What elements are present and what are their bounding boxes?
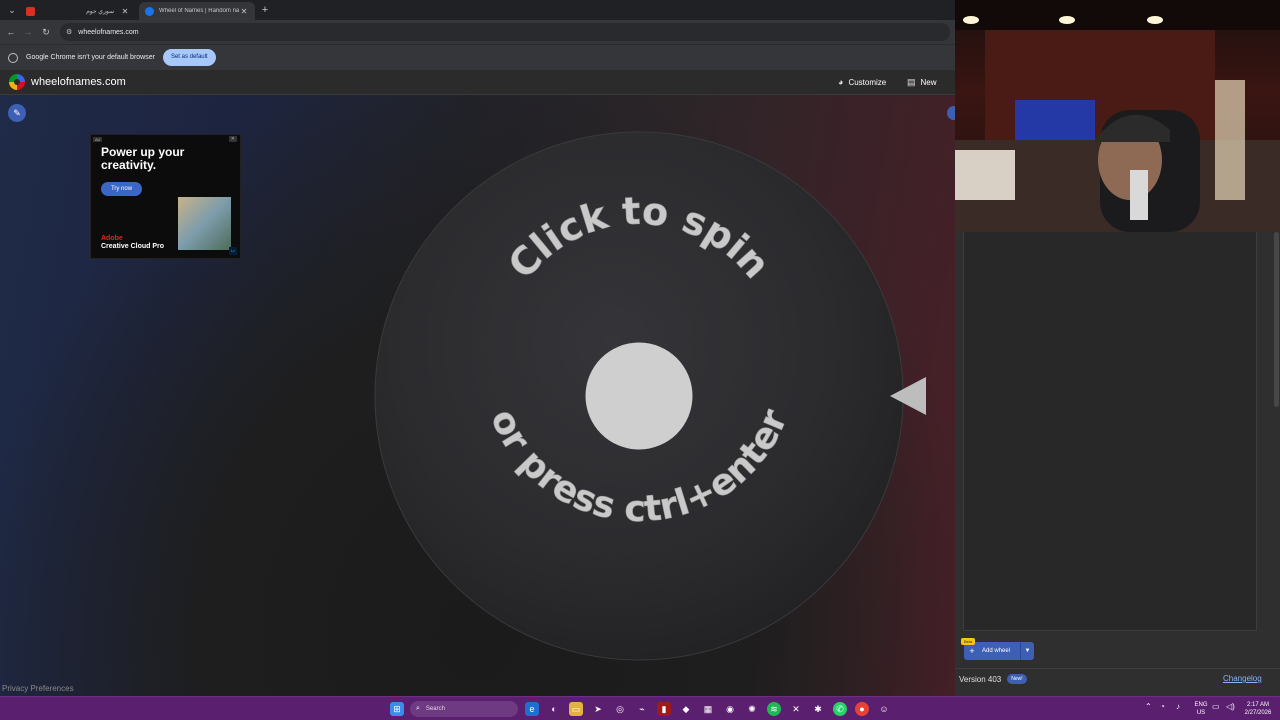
language-region: US <box>1196 710 1206 716</box>
clock-date: 2/27/2026 <box>1244 710 1272 716</box>
ad-close-icon[interactable]: ✕ <box>228 136 237 142</box>
changelog-link[interactable]: Changelog <box>1223 674 1262 683</box>
address-bar[interactable]: ⚙ wheelofnames.com <box>60 23 950 41</box>
tab-close-icon[interactable]: ✕ <box>120 7 130 16</box>
new-tab-button[interactable]: + <box>259 3 271 17</box>
tab-title: Wheel of Names | Random nam <box>159 8 239 14</box>
clock-time: 2:17 AM <box>1246 702 1269 708</box>
app-icon[interactable]: ▮ <box>657 702 671 716</box>
network-icon[interactable]: ▭ <box>1212 703 1220 711</box>
wheel-stage: ✎ Ad ✕ Power up your creativity. Try now… <box>0 95 961 696</box>
default-browser-infobar: Google Chrome isn't your default browser… <box>0 44 960 70</box>
tab-title: سوري جوم <box>86 8 114 15</box>
customize-label: Customize <box>848 77 887 87</box>
new-badge: New! <box>1007 674 1027 684</box>
version-label: Version 403 <box>959 674 1002 684</box>
whatsapp-icon[interactable]: ✆ <box>833 702 847 716</box>
chrome-icon <box>8 52 18 63</box>
edge-icon[interactable]: e <box>525 702 539 716</box>
toolbar: ← → ↻ ⚙ wheelofnames.com <box>0 20 960 44</box>
start-icon[interactable]: ⊞ <box>390 702 404 716</box>
infobar-message: Google Chrome isn't your default browser <box>26 54 155 61</box>
tab-favicon-icon <box>26 6 35 16</box>
advertisement[interactable]: Ad ✕ Power up your creativity. Try now L… <box>90 134 241 259</box>
app-icon[interactable]: ✱ <box>811 702 825 716</box>
ad-tag: Ad <box>93 137 102 142</box>
ad-cta-button[interactable]: Try now <box>101 182 142 196</box>
dropdown-caret-icon[interactable]: ▼ <box>1020 642 1034 660</box>
webcam-overlay <box>955 0 1280 232</box>
back-icon[interactable]: ← <box>5 26 17 38</box>
language-indicator[interactable]: ENG US <box>1193 701 1209 717</box>
app-icon[interactable]: ⌁ <box>635 702 649 716</box>
clock[interactable]: 2:17 AM 2/27/2026 <box>1240 701 1276 717</box>
spotify-icon[interactable]: ≋ <box>767 702 781 716</box>
file-explorer-icon[interactable]: ▭ <box>569 702 583 716</box>
version-info: Version 403 New! <box>959 674 1027 684</box>
screen: ⌄ سوري جوم ✕ Wheel of Names | Random nam… <box>0 0 1280 720</box>
volume-icon[interactable]: ◁) <box>1226 703 1235 711</box>
wheel-logo-icon[interactable] <box>9 74 25 90</box>
ad-brand: Adobe <box>101 235 123 242</box>
tab-search-icon[interactable]: ⌄ <box>6 4 18 16</box>
plus-icon: + <box>969 646 975 656</box>
xbox-icon[interactable]: ✕ <box>789 702 803 716</box>
ad-headline: Power up your creativity. <box>101 145 185 172</box>
beta-badge: Beta <box>961 638 976 645</box>
site-name[interactable]: wheelofnames.com <box>31 76 126 88</box>
lightroom-icon: Lr <box>229 247 237 255</box>
tray-mic-icon[interactable]: ♪ <box>1176 703 1180 711</box>
entries-panel: + Add wheel ▼ Beta Version 403 New! Chan… <box>955 232 1280 696</box>
discord-icon[interactable]: ☺ <box>877 702 891 716</box>
edit-pencil-icon[interactable]: ✎ <box>8 104 26 122</box>
tray-overflow-icon[interactable]: ⌃ <box>1145 703 1152 711</box>
tab-close-icon[interactable]: ✕ <box>239 7 249 16</box>
app-icon[interactable]: ➤ <box>591 702 605 716</box>
divider <box>955 668 1280 669</box>
search-icon: ⌕ <box>416 705 420 712</box>
scrollbar[interactable] <box>1274 232 1279 407</box>
customize-button[interactable]: ◕ Customize <box>838 77 886 87</box>
app-icon[interactable]: ▦ <box>701 702 715 716</box>
tray-app-icon[interactable]: ◔ <box>1160 703 1165 711</box>
copilot-icon[interactable]: ◐ <box>547 702 561 716</box>
tab-1[interactable]: سوري جوم ✕ <box>20 2 136 20</box>
palette-icon: ◕ <box>838 77 844 87</box>
forward-icon[interactable]: → <box>22 26 34 38</box>
entries-textarea[interactable] <box>963 232 1257 631</box>
tab-favicon-icon <box>145 6 154 16</box>
wheel[interactable]: Click to spin or press ctrl+enter <box>370 129 940 669</box>
file-icon: ▤ <box>907 77 916 87</box>
ad-product: Creative Cloud Pro <box>101 243 165 250</box>
new-button[interactable]: ▤ New <box>907 77 937 88</box>
taskbar-search[interactable]: ⌕ Search <box>410 701 518 717</box>
taskbar: ⊞ ⌕ Search e ◐ ▭ ➤ ◎ ⌁ ▮ ◆ ▦ ◉ ✺ ≋ ✕ ✱ ✆… <box>0 696 1280 720</box>
add-wheel-label: Add wheel <box>982 648 1011 654</box>
tab-2[interactable]: Wheel of Names | Random nam ✕ <box>139 2 255 20</box>
reload-icon[interactable]: ↻ <box>40 26 52 38</box>
privacy-preferences-link[interactable]: Privacy Preferences <box>2 684 74 693</box>
site-info-icon[interactable]: ⚙ <box>66 28 72 36</box>
app-icon[interactable]: ◎ <box>613 702 627 716</box>
url-text: wheelofnames.com <box>78 28 139 36</box>
new-label: New <box>920 78 937 87</box>
site-header: wheelofnames.com ◕ Customize ▤ New <box>0 70 960 95</box>
ad-photo <box>178 197 231 250</box>
wheel-center-hub[interactable] <box>585 342 693 450</box>
set-default-button[interactable]: Set as default <box>162 49 216 66</box>
search-label: Search <box>425 706 445 712</box>
app-icon[interactable]: ◉ <box>723 702 737 716</box>
webcam-image <box>955 0 1280 232</box>
chatgpt-icon[interactable]: ✺ <box>745 702 759 716</box>
chrome-icon[interactable]: ● <box>855 702 869 716</box>
add-wheel-button[interactable]: + Add wheel ▼ <box>964 642 1034 660</box>
app-icon[interactable]: ◆ <box>679 702 693 716</box>
language-code: ENG <box>1194 702 1208 708</box>
